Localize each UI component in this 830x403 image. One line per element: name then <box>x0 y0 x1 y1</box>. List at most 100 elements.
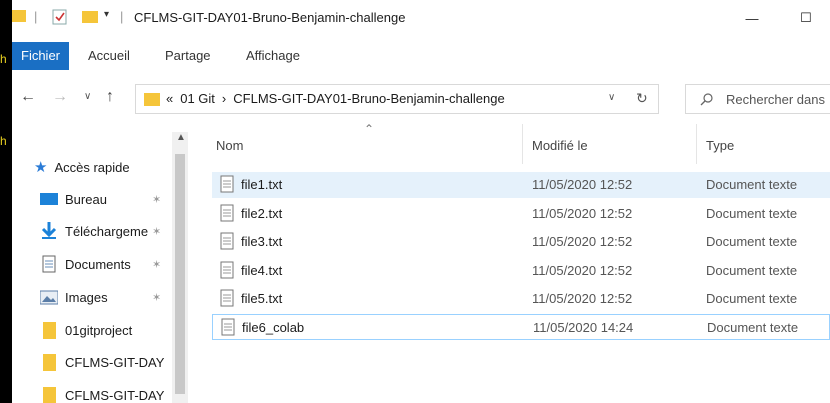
search-box[interactable]: Rechercher dans <box>685 84 830 114</box>
customize-toolbar-icon[interactable]: ▾ <box>104 9 109 20</box>
file-name: file5.txt <box>241 291 283 306</box>
text-file-icon <box>220 175 234 193</box>
search-icon <box>700 93 713 106</box>
tab-partage[interactable]: Partage <box>157 42 219 70</box>
table-row[interactable]: file3.txt 11/05/2020 12:52 Document text… <box>212 229 830 255</box>
address-dropdown-icon[interactable]: ∨ <box>608 92 615 103</box>
nav-item-label: Téléchargeme <box>65 223 149 239</box>
minimize-button[interactable]: — <box>732 4 772 32</box>
desktop-icon <box>40 193 58 205</box>
table-row[interactable]: file4.txt 11/05/2020 12:52 Document text… <box>212 258 830 284</box>
title-separator: | <box>120 9 124 24</box>
breadcrumb-item[interactable]: 01 Git <box>180 91 215 106</box>
scrollbar-thumb[interactable] <box>175 154 185 394</box>
table-row[interactable]: file6_colab 11/05/2020 14:24 Document te… <box>212 314 830 340</box>
file-modified: 11/05/2020 12:52 <box>532 291 633 306</box>
file-name: file4.txt <box>241 263 283 278</box>
title-bar: | ▾ | CFLMS-GIT-DAY01-Bruno-Benjamin-cha… <box>12 0 830 36</box>
nav-item-label: Bureau <box>65 191 107 207</box>
table-row[interactable]: file1.txt 11/05/2020 12:52 Document text… <box>212 172 830 198</box>
navigation-pane: ★ Accès rapide Bureau ✶ Téléchargeme ✶ D… <box>12 124 187 403</box>
file-modified: 11/05/2020 14:24 <box>533 320 634 335</box>
folder-icon <box>43 354 56 371</box>
background-window-edge: h h <box>0 0 12 403</box>
column-header-modified[interactable]: Modifié le <box>532 138 588 153</box>
refresh-icon[interactable]: ↻ <box>636 90 648 107</box>
explorer-window: | ▾ | CFLMS-GIT-DAY01-Bruno-Benjamin-cha… <box>12 0 830 403</box>
column-divider[interactable] <box>696 124 697 164</box>
nav-item-acces-rapide[interactable]: ★ Accès rapide <box>34 155 174 179</box>
file-type: Document texte <box>706 234 798 249</box>
maximize-icon: ☐ <box>800 10 812 25</box>
file-type: Document texte <box>707 320 799 335</box>
navigation-bar: ← → ∨ ↑ « 01 Git › CFLMS-GIT-DAY01-Bruno… <box>12 78 830 120</box>
address-bar[interactable]: « 01 Git › CFLMS-GIT-DAY01-Bruno-Benjami… <box>135 84 659 114</box>
nav-item-label: 01gitproject <box>65 322 133 338</box>
text-file-icon <box>220 204 234 222</box>
file-modified: 11/05/2020 12:52 <box>532 234 633 249</box>
up-button[interactable]: ↑ <box>106 88 114 106</box>
pin-icon[interactable]: ✶ <box>152 225 161 238</box>
back-button[interactable]: ← <box>20 88 36 106</box>
minimize-icon: — <box>745 10 759 26</box>
images-icon <box>40 290 58 304</box>
nav-item-label: CFLMS-GIT-DAY <box>65 354 165 370</box>
maximize-button[interactable]: ☐ <box>786 4 826 32</box>
nav-item-folder[interactable]: CFLMS-GIT-DAY <box>42 350 182 374</box>
text-file-icon <box>220 289 234 307</box>
tab-fichier[interactable]: Fichier <box>12 42 70 70</box>
file-list: ⌃ Nom Modifié le Type file1.txt 11/05/20… <box>200 122 830 403</box>
new-folder-icon[interactable] <box>82 9 98 23</box>
arrow-right-icon: → <box>52 88 68 105</box>
tab-affichage[interactable]: Affichage <box>238 42 308 70</box>
file-modified: 11/05/2020 12:52 <box>532 206 633 221</box>
nav-item-label: Images <box>65 289 108 305</box>
forward-button[interactable]: → <box>52 88 68 106</box>
recent-locations-button[interactable]: ∨ <box>84 91 91 102</box>
star-icon: ★ <box>34 159 48 176</box>
file-type: Document texte <box>706 177 798 192</box>
table-row[interactable]: file2.txt 11/05/2020 12:52 Document text… <box>212 201 830 227</box>
text-file-icon <box>221 318 235 336</box>
arrow-left-icon: ← <box>20 88 36 105</box>
nav-item-images[interactable]: Images ✶ <box>40 285 180 309</box>
documents-icon <box>42 255 56 273</box>
chevron-down-icon: ∨ <box>84 91 92 102</box>
nav-item-folder[interactable]: CFLMS-GIT-DAY <box>42 383 182 403</box>
nav-item-label: CFLMS-GIT-DAY <box>65 387 165 403</box>
breadcrumb-overflow[interactable]: « <box>166 91 173 106</box>
folder-icon <box>144 93 160 106</box>
properties-check-icon[interactable] <box>52 9 68 25</box>
nav-item-01gitproject[interactable]: 01gitproject <box>42 318 182 342</box>
background-glyph: h <box>0 52 7 66</box>
nav-scrollbar[interactable]: ▲ <box>172 132 188 403</box>
nav-item-telechargements[interactable]: Téléchargeme ✶ <box>40 219 180 243</box>
nav-item-label: Documents <box>65 256 131 272</box>
window-title: CFLMS-GIT-DAY01-Bruno-Benjamin-challenge <box>134 10 406 25</box>
scroll-up-icon[interactable]: ▲ <box>176 132 186 143</box>
pin-icon[interactable]: ✶ <box>152 258 161 271</box>
file-type: Document texte <box>706 291 798 306</box>
file-name: file6_colab <box>242 320 305 335</box>
folder-icon <box>43 387 56 403</box>
file-name: file1.txt <box>241 177 283 192</box>
background-glyph: h <box>0 134 7 148</box>
breadcrumb-separator[interactable]: › <box>222 91 226 106</box>
breadcrumb-item[interactable]: CFLMS-GIT-DAY01-Bruno-Benjamin-challenge <box>233 91 504 106</box>
file-modified: 11/05/2020 12:52 <box>532 263 633 278</box>
pin-icon[interactable]: ✶ <box>152 193 161 206</box>
ribbon-tabs: Fichier Accueil Partage Affichage <box>12 42 830 70</box>
column-divider[interactable] <box>522 124 523 164</box>
nav-item-label: Accès rapide <box>54 159 130 175</box>
arrow-up-icon: ↑ <box>106 88 114 105</box>
tab-accueil[interactable]: Accueil <box>80 42 138 70</box>
column-header-name[interactable]: Nom <box>216 138 243 153</box>
nav-item-documents[interactable]: Documents ✶ <box>40 252 180 276</box>
nav-item-bureau[interactable]: Bureau ✶ <box>40 187 180 211</box>
pin-icon[interactable]: ✶ <box>152 291 161 304</box>
download-icon <box>41 222 57 239</box>
file-type: Document texte <box>706 206 798 221</box>
file-name: file3.txt <box>241 234 283 249</box>
column-header-type[interactable]: Type <box>706 138 734 153</box>
table-row[interactable]: file5.txt 11/05/2020 12:52 Document text… <box>212 286 830 312</box>
